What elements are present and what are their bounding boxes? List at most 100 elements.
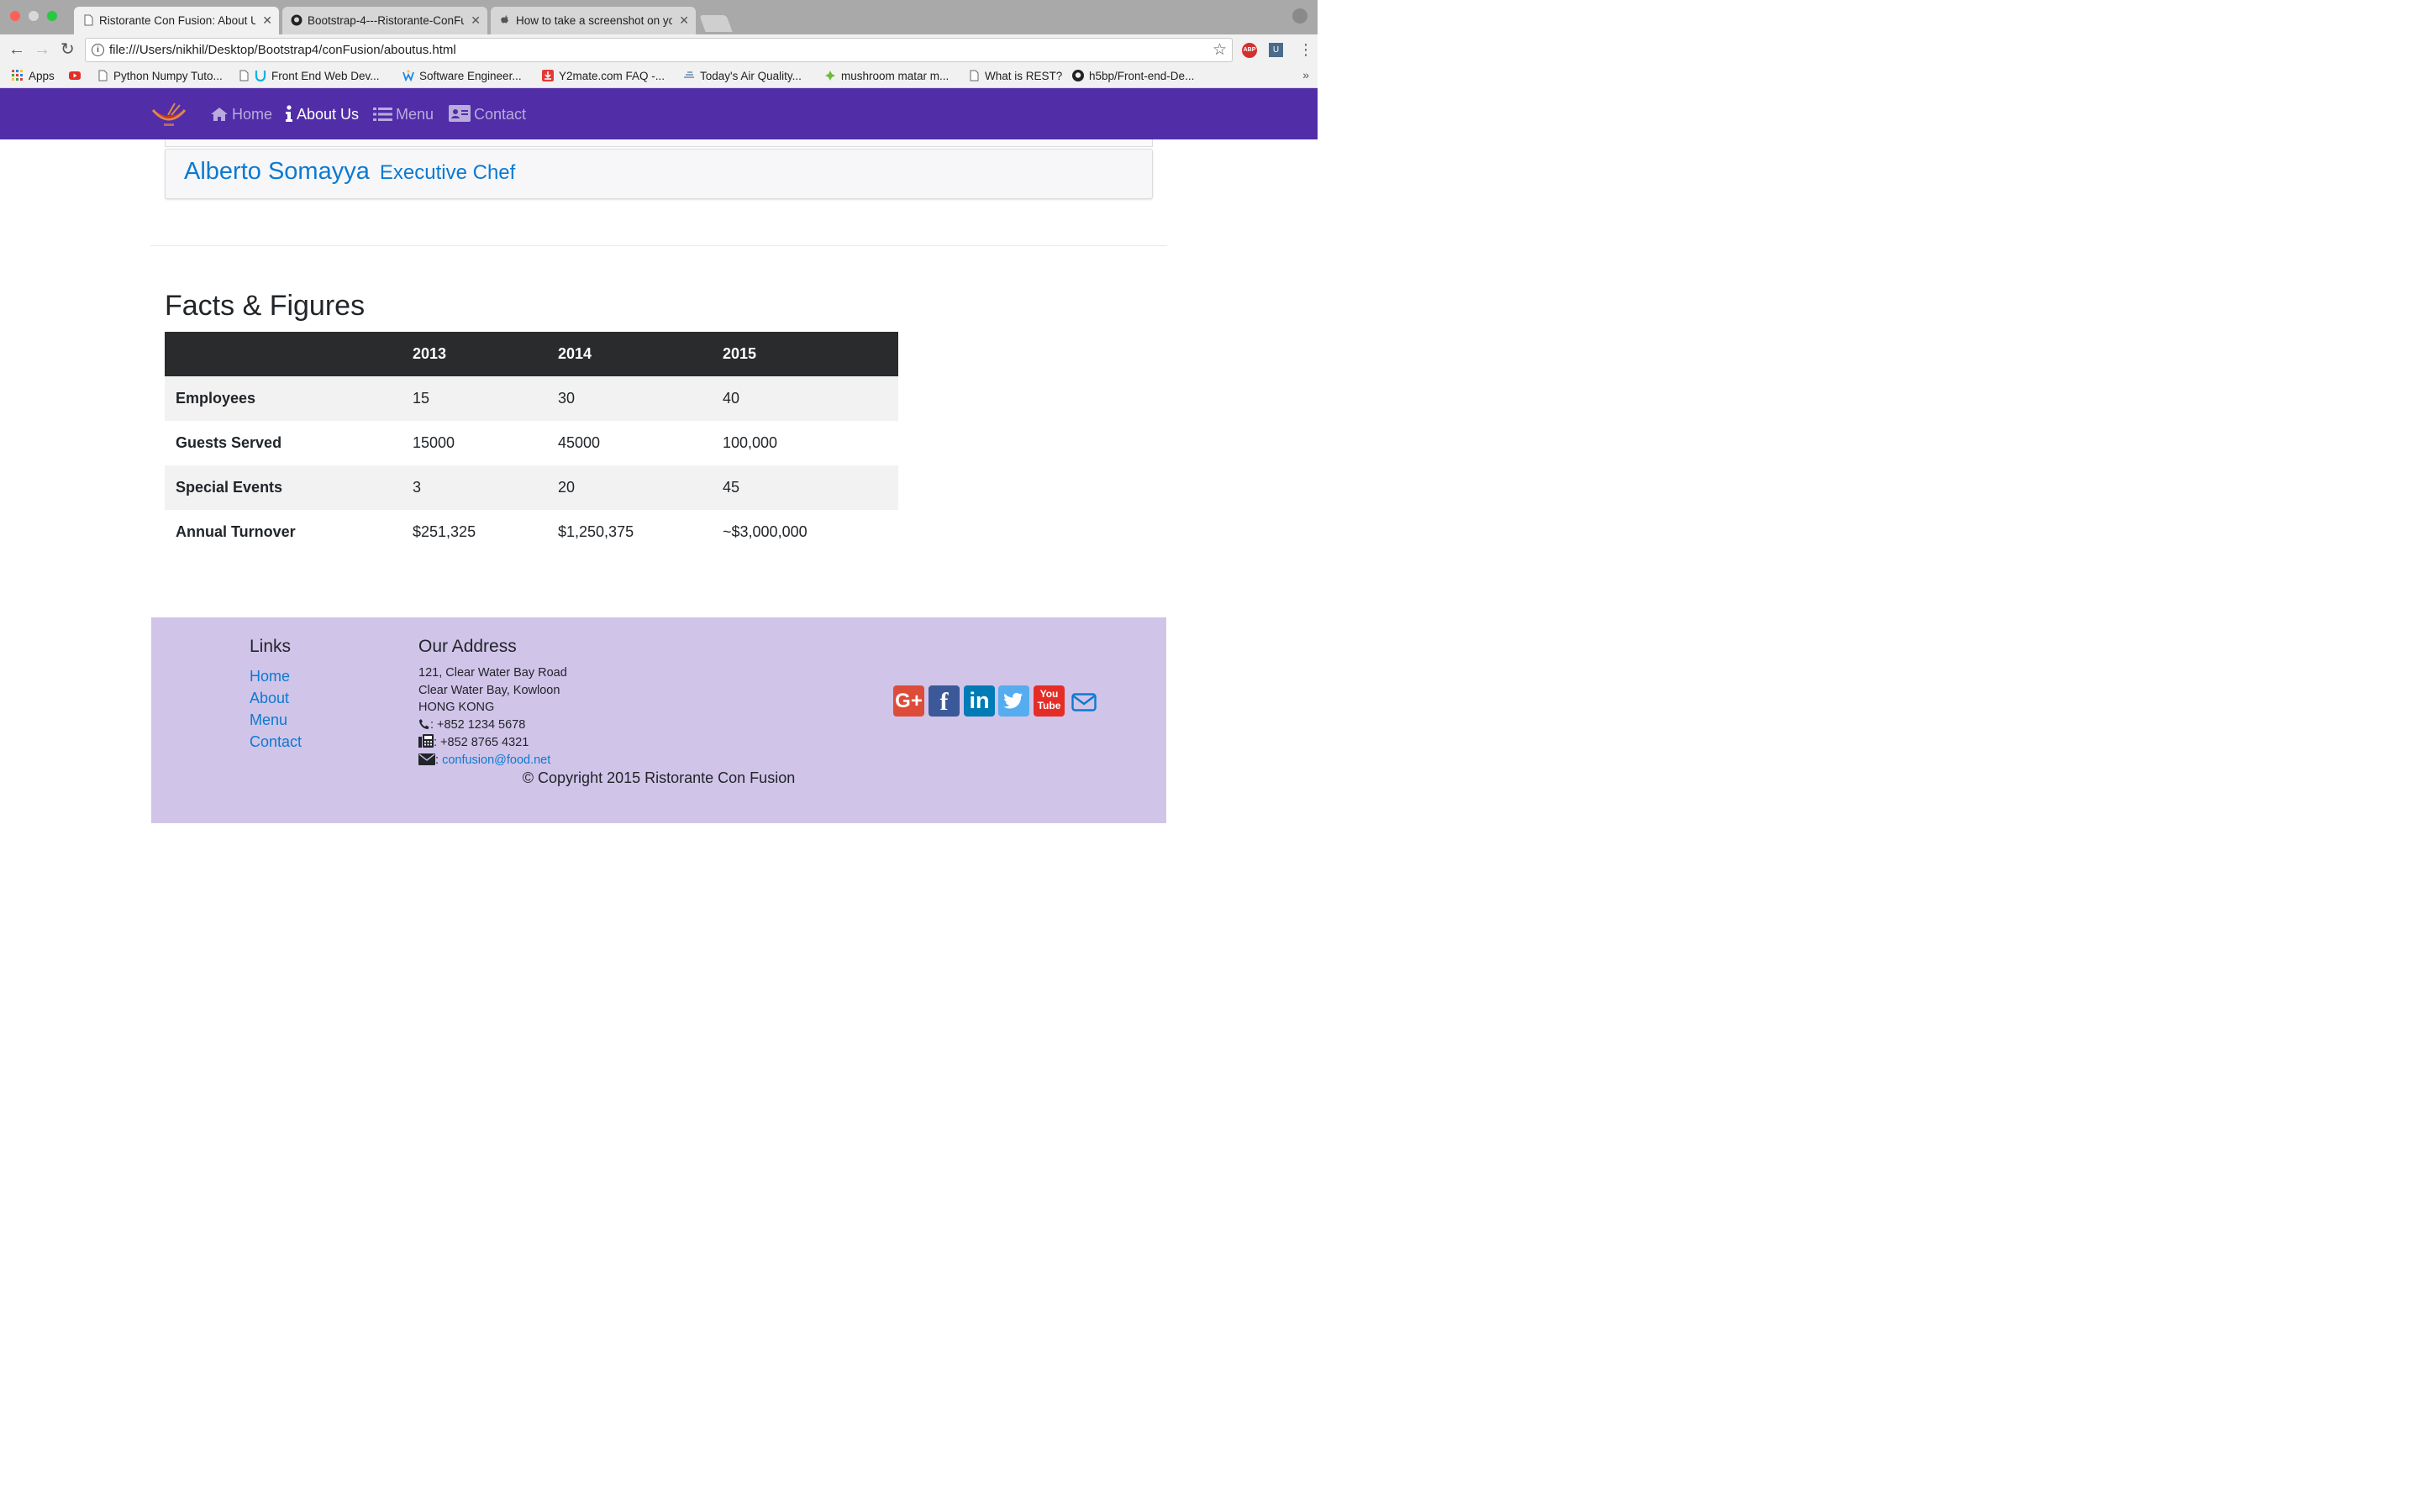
document-icon (84, 14, 93, 26)
bookmarks-bar: Apps Python Numpy Tuto... Front End Web … (0, 66, 1318, 88)
leader-card-header[interactable]: Alberto Somayya Executive Chef (165, 149, 1153, 199)
bookmark-software-engineer[interactable]: Software Engineer... (402, 66, 522, 87)
info-icon[interactable]: i (92, 44, 104, 56)
row-label: Annual Turnover (176, 523, 296, 540)
apps-grid-icon (12, 70, 23, 81)
browser-toolbar: ← → ↻ i file:///Users/nikhil/Desktop/Boo… (0, 34, 1318, 66)
nav-about-us[interactable]: About Us (285, 88, 359, 139)
air-quality-icon (684, 71, 694, 78)
bookmark-youtube[interactable] (69, 66, 86, 87)
bookmark-label: Y2mate.com FAQ -... (559, 70, 666, 82)
udacity-icon (255, 71, 266, 81)
nav-contact[interactable]: Contact (449, 88, 526, 139)
linkedin-icon: in (969, 688, 990, 713)
address-bar[interactable]: i file:///Users/nikhil/Desktop/Bootstrap… (85, 38, 1233, 62)
leader-name: Alberto Somayya (184, 158, 370, 185)
site-footer: Links Home About Menu Contact Our Addres… (151, 617, 1166, 823)
bookmark-y2mate[interactable]: Y2mate.com FAQ -... (542, 66, 665, 87)
profile-icon[interactable] (1292, 8, 1307, 24)
column-header: 2014 (547, 332, 712, 376)
site-navbar: Home About Us Menu Contact (0, 88, 1318, 139)
linkedin-button[interactable]: in (964, 685, 995, 717)
fax-row: : +852 8765 4321 (418, 733, 567, 752)
forward-icon[interactable]: → (34, 41, 50, 58)
nav-home[interactable]: Home (210, 88, 272, 139)
facebook-button[interactable]: f (929, 685, 960, 717)
youtube-icon-bottom: Tube (1037, 700, 1061, 711)
email-link[interactable]: confusion@food.net (442, 753, 550, 767)
tab-close-icon[interactable]: ✕ (262, 7, 272, 34)
bookmark-front-end-web-dev[interactable]: Front End Web Dev... (238, 66, 380, 87)
browser-menu-icon[interactable]: ⋮ (1298, 41, 1313, 58)
bookmark-mushroom-matar[interactable]: mushroom matar m... (824, 66, 949, 87)
fax-icon (418, 733, 434, 748)
reload-icon[interactable]: ↻ (60, 41, 75, 58)
footer-link-home[interactable]: Home (250, 665, 302, 687)
email-prefix: : (435, 753, 439, 767)
facts-heading: Facts & Figures (165, 290, 366, 322)
bookmark-label: Today's Air Quality... (700, 70, 802, 82)
table-cell: 30 (558, 390, 576, 407)
table-cell: $1,250,375 (558, 523, 634, 540)
footer-links-list: Home About Menu Contact (250, 665, 302, 753)
bookmark-label: Software Engineer... (419, 70, 522, 82)
column-header: 2015 (712, 332, 898, 376)
footer-link-menu[interactable]: Menu (250, 709, 302, 731)
section-divider (150, 245, 1167, 246)
table-cell: 100,000 (723, 434, 778, 451)
nav-menu[interactable]: Menu (373, 88, 434, 139)
copyright: © Copyright 2015 Ristorante Con Fusion (522, 769, 796, 786)
list-icon (373, 108, 392, 121)
leader-role: Executive Chef (379, 161, 516, 184)
twitter-icon (1003, 692, 1023, 709)
leader-heading: Alberto Somayya Executive Chef (184, 158, 515, 186)
email-icon[interactable] (1071, 693, 1097, 711)
tab-close-icon[interactable]: ✕ (679, 7, 689, 34)
adblock-extension-icon[interactable]: ABP (1242, 43, 1257, 58)
browser-tab[interactable]: How to take a screenshot on your Mac ✕ (491, 7, 696, 34)
tab-close-icon[interactable]: ✕ (471, 7, 481, 34)
new-tab-button[interactable] (699, 15, 733, 32)
footer-link-contact[interactable]: Contact (250, 731, 302, 753)
nav-about-us-label: About Us (297, 106, 360, 123)
window-close-button[interactable] (10, 11, 20, 21)
table-row: Annual Turnover $251,325 $1,250,375 ~$3,… (165, 510, 898, 554)
twitter-button[interactable] (998, 685, 1029, 717)
footer-link-about[interactable]: About (250, 687, 302, 709)
fax-number: : +852 8765 4321 (434, 735, 529, 749)
home-icon (211, 108, 228, 121)
phone-row: : +852 1234 5678 (418, 717, 567, 734)
bookmark-what-is-rest[interactable]: What is REST? (968, 66, 1062, 87)
browser-tab-active[interactable]: Ristorante Con Fusion: About Us ✕ (74, 7, 279, 34)
extension-icon[interactable]: U (1269, 43, 1283, 57)
table-cell: 15000 (413, 434, 455, 451)
youtube-icon-top: You (1039, 688, 1059, 700)
browser-tab[interactable]: Bootstrap-4---Ristorante-ConFusion ✕ (282, 7, 487, 34)
facts-table: 2013 2014 2015 Employees 15 30 40 Guests… (165, 332, 898, 554)
bookmark-label: h5bp/Front-end-De... (1089, 70, 1195, 82)
column-header: 2013 (402, 332, 547, 376)
youtube-button[interactable]: You Tube (1034, 685, 1065, 717)
table-cell: 45 (723, 479, 740, 496)
tab-title: How to take a screenshot on your Mac (516, 14, 672, 27)
bookmark-apps[interactable]: Apps (12, 66, 55, 87)
bookmark-python-numpy[interactable]: Python Numpy Tuto... (97, 66, 223, 87)
w-logo-icon (402, 70, 414, 81)
window-zoom-button[interactable] (47, 11, 57, 21)
document-icon (970, 70, 979, 81)
youtube-icon (69, 71, 81, 80)
bookmark-star-icon[interactable]: ☆ (1213, 39, 1227, 61)
bookmark-air-quality[interactable]: Today's Air Quality... (683, 66, 802, 87)
address-line: HONG KONG (418, 701, 495, 715)
row-label: Guests Served (176, 434, 282, 451)
restaurant-logo[interactable] (150, 100, 188, 130)
bookmark-h5bp[interactable]: h5bp/Front-end-De... (1072, 66, 1194, 87)
table-cell: 15 (413, 390, 430, 407)
bookmarks-overflow-icon[interactable]: » (1302, 68, 1309, 81)
tab-title: Bootstrap-4---Ristorante-ConFusion (308, 14, 464, 27)
back-icon[interactable]: ← (8, 41, 25, 58)
window-minimize-button[interactable] (29, 11, 39, 21)
google-plus-button[interactable]: G+ (893, 685, 924, 717)
bookmark-label: Front End Web Dev... (271, 70, 380, 82)
table-header-row: 2013 2014 2015 (165, 332, 898, 376)
